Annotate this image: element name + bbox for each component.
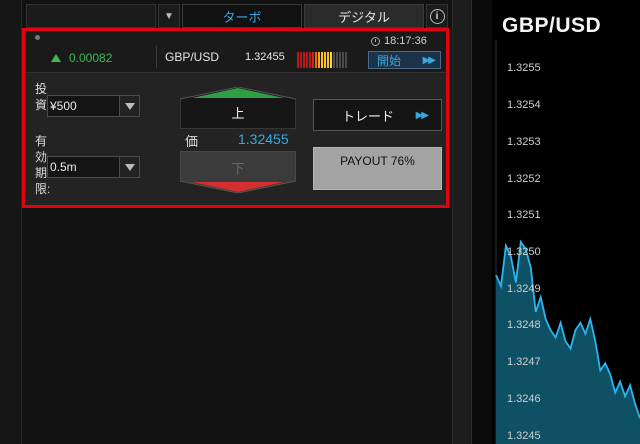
signal-bar: [303, 52, 305, 68]
trade-panel-header: 0.00082 GBP/USD 1.32455 18:17:36 開始 ▶▶: [25, 31, 446, 73]
signal-bar: [321, 52, 323, 68]
signal-bar: [342, 52, 344, 68]
signal-bar: [339, 52, 341, 68]
signal-bar: [327, 52, 329, 68]
y-tick-label: 1.3252: [507, 172, 541, 185]
price-chart[interactable]: GBP/USD 1.3255 1.3254 1.3253 1.3252 1.3251 1.…: [492, 0, 640, 444]
chevron-down-icon: [119, 157, 139, 177]
y-tick-label: 1.3255: [507, 62, 541, 75]
down-label: 下: [231, 160, 245, 176]
y-tick-label: 1.3254: [507, 99, 541, 112]
pair-info: GBP/USD 1.32455: [156, 46, 316, 68]
y-tick-label: 1.3250: [507, 246, 541, 259]
call-up-button[interactable]: 上: [179, 86, 297, 130]
signal-bar: [312, 52, 314, 68]
tab-digital[interactable]: デジタル: [304, 4, 424, 28]
tab-turbo[interactable]: ターボ: [182, 4, 302, 28]
signal-bar: [315, 52, 317, 68]
y-tick-label: 1.3247: [507, 356, 541, 369]
signal-bar: [306, 52, 308, 68]
investment-value: ¥500: [50, 99, 77, 113]
trade-panel: 0.00082 GBP/USD 1.32455 18:17:36 開始 ▶▶ 投…: [22, 28, 449, 208]
expiry-select[interactable]: 0.5m: [47, 156, 140, 178]
trading-app: ▼ ターボ デジタル i 0.00082 GBP/USD 1.32455 18:…: [0, 0, 640, 444]
status-dot-icon: [35, 35, 40, 40]
signal-bar: [336, 52, 338, 68]
tab-bar: ▼ ターボ デジタル i: [26, 4, 448, 28]
current-rate: 1.32455: [245, 51, 285, 63]
price-value: 1.32455: [238, 131, 289, 147]
clock-icon: [371, 36, 380, 46]
left-rail: [0, 0, 22, 444]
info-button[interactable]: i: [426, 4, 448, 28]
arrow-up-icon: [51, 54, 61, 62]
y-tick-label: 1.3251: [507, 209, 541, 222]
price-change-value: 0.00082: [69, 51, 113, 65]
signal-bar: [330, 52, 332, 68]
price-label: 価: [185, 134, 199, 149]
price-change: 0.00082: [51, 51, 112, 65]
expiry-time: 18:17:36: [371, 35, 427, 47]
put-down-button[interactable]: 下: [179, 150, 297, 194]
chart-rail: [472, 0, 492, 444]
y-tick-label: 1.3248: [507, 319, 541, 332]
start-button-label: 開始: [377, 53, 402, 68]
fast-forward-icon: ▶▶: [415, 109, 429, 121]
signal-bar: [300, 52, 302, 68]
info-icon: i: [429, 8, 445, 24]
expiry-time-value: 18:17:36: [384, 35, 427, 47]
payout-indicator: PAYOUT 76%: [313, 147, 442, 190]
signal-bar: [345, 52, 347, 68]
start-button[interactable]: 開始 ▶▶: [368, 51, 441, 69]
y-tick-label: 1.3253: [507, 135, 541, 148]
asset-selector[interactable]: [26, 4, 156, 28]
y-tick-label: 1.3245: [507, 429, 541, 442]
trade-button-label: トレード: [342, 108, 395, 124]
chevron-down-icon: ▼: [164, 10, 174, 22]
trade-button[interactable]: トレード ▶▶: [313, 99, 442, 131]
y-tick-label: 1.3249: [507, 282, 541, 295]
investment-select[interactable]: ¥500: [47, 95, 140, 117]
payout-label: PAYOUT 76%: [340, 154, 415, 168]
signal-bar: [318, 52, 320, 68]
chevron-down-icon: [119, 96, 139, 116]
fast-forward-icon: ▶▶: [422, 54, 436, 66]
column-scrollbar[interactable]: [452, 0, 472, 444]
signal-bar: [324, 52, 326, 68]
up-label: 上: [231, 105, 245, 121]
signal-strength-bars: [297, 52, 355, 68]
y-tick-label: 1.3246: [507, 392, 541, 405]
currency-pair: GBP/USD: [165, 50, 220, 64]
signal-bar: [297, 52, 299, 68]
signal-bar: [333, 52, 335, 68]
signal-bar: [309, 52, 311, 68]
asset-dropdown-button[interactable]: ▼: [158, 4, 180, 28]
expiry-value: 0.5m: [50, 160, 77, 174]
